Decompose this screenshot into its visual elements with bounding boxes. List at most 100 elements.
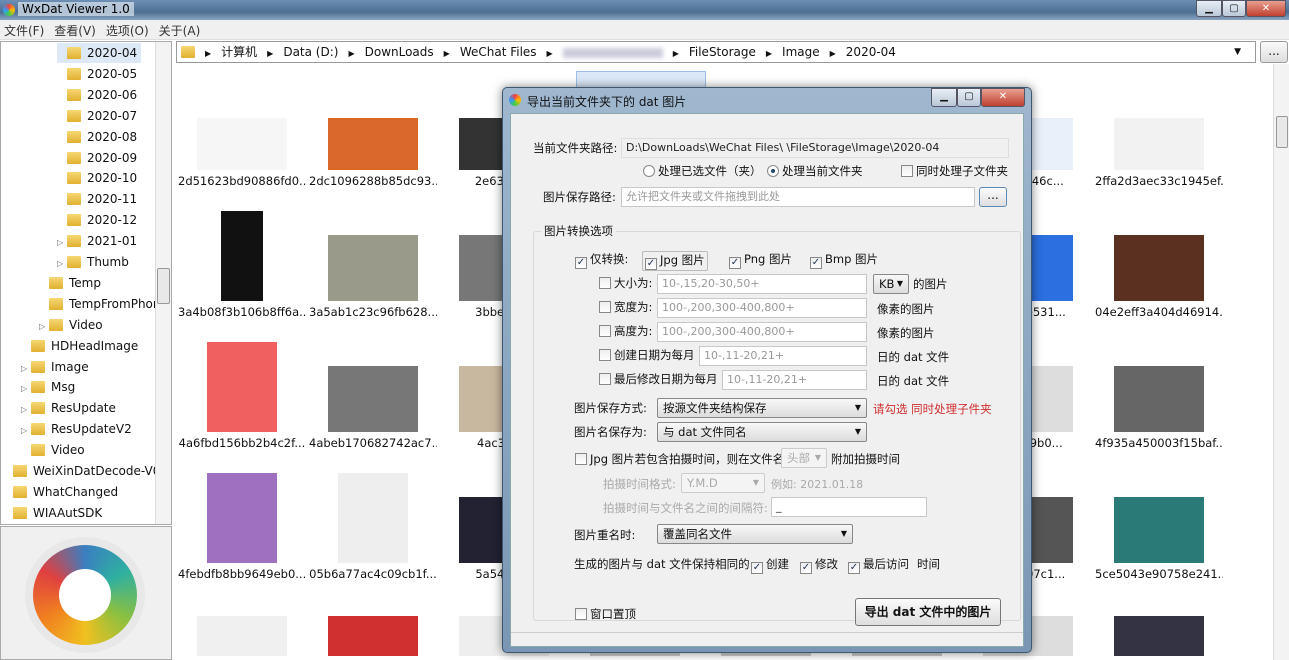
created-date-checkbox[interactable]: 创建日期为每月 — [599, 347, 695, 363]
folder-tree[interactable]: 2020-04 2020-05 2020-06 2020-07 2020-08 2020-… — [0, 41, 172, 525]
size-unit-select[interactable]: KB ▼ — [873, 274, 909, 294]
tree-item[interactable]: ▷ ResUpdate — [21, 398, 116, 418]
only-convert-checkbox[interactable]: ✓ 仅转换: — [575, 251, 628, 269]
created-date-input[interactable]: 10-,11-20,21+ — [699, 346, 867, 366]
tree-item[interactable]: 2020-12 — [57, 210, 137, 230]
breadcrumb-arrow-icon[interactable]: ▶ — [348, 49, 354, 58]
menu-about[interactable]: 关于(A) — [155, 20, 207, 39]
size-input[interactable]: 10-,15,20-30,50+ — [657, 274, 867, 294]
file-item[interactable]: 4abeb170682742ac7... — [309, 334, 437, 464]
address-more-button[interactable]: ... — [1260, 41, 1288, 63]
close-button[interactable]: ✕ — [1246, 0, 1286, 17]
save-path-input[interactable]: 允许把文件夹或文件拖拽到此处 — [621, 187, 975, 207]
tree-item[interactable]: ▷ 2021-01 — [57, 231, 137, 251]
file-item[interactable] — [178, 596, 306, 656]
jpg-checkbox[interactable]: ✓ Jpg 图片 — [642, 251, 708, 271]
tree-item[interactable]: WIAAutSDK — [3, 503, 102, 523]
tree-item[interactable]: 2020-07 — [57, 106, 137, 126]
breadcrumb-segment-redacted[interactable] — [562, 47, 663, 58]
tree-item[interactable]: WeiXinDatDecode-V0.0.3 — [3, 461, 171, 481]
jpg-time-checkbox[interactable]: Jpg 图片若包含拍摄时间，则在文件名 — [575, 451, 784, 467]
png-checkbox[interactable]: ✓ Png 图片 — [729, 251, 792, 269]
dialog-maximize-button[interactable]: ▢ — [957, 88, 981, 107]
breadcrumb-segment[interactable]: 2020-04 — [846, 45, 896, 59]
bmp-checkbox[interactable]: ✓ Bmp 图片 — [810, 251, 878, 269]
address-dropdown-icon[interactable]: ▼ — [1234, 42, 1241, 62]
expand-arrow-icon[interactable]: ▷ — [21, 400, 31, 420]
menu-options[interactable]: 选项(O) — [102, 20, 155, 39]
height-input[interactable]: 100-,200,300-400,800+ — [657, 322, 867, 342]
tree-item[interactable]: 2020-06 — [57, 85, 137, 105]
file-item[interactable]: 2dc1096288b85dc93... — [309, 72, 437, 202]
file-item[interactable]: 4f935a450003f15baf... — [1095, 334, 1223, 464]
grid-scrollbar[interactable] — [1273, 64, 1289, 660]
tree-item[interactable]: 2020-05 — [57, 64, 137, 84]
file-item[interactable]: 3a5ab1c23c96fb628... — [309, 203, 437, 333]
browse-button[interactable]: ... — [979, 187, 1007, 207]
tree-item[interactable]: 2020-08 — [57, 127, 137, 147]
file-item[interactable]: 5ce5043e90758e241... — [1095, 465, 1223, 595]
dialog-minimize-button[interactable]: ▁ — [931, 88, 957, 107]
tree-item[interactable]: TempFromPhone — [39, 294, 168, 314]
file-item[interactable]: 4a6fbd156bb2b4c2f... — [178, 334, 306, 464]
tree-scrollbar[interactable] — [155, 42, 171, 524]
export-button[interactable]: 导出 dat 文件中的图片 — [855, 598, 1001, 626]
expand-arrow-icon[interactable]: ▷ — [21, 379, 31, 399]
tree-item[interactable]: Video — [21, 440, 85, 460]
breadcrumb-segment[interactable]: Image — [782, 45, 820, 59]
name-select[interactable]: 与 dat 文件同名 ▼ — [657, 422, 867, 442]
tree-item[interactable]: ▷ Thumb — [57, 252, 129, 272]
radio-current-folder[interactable]: 处理当前文件夹 — [767, 163, 863, 179]
breadcrumb-arrow-icon[interactable]: ▶ — [267, 49, 273, 58]
breadcrumb-segment[interactable]: Data (D:) — [283, 45, 338, 59]
file-item[interactable]: 2d51623bd90886fd0... — [178, 72, 306, 202]
file-item[interactable]: 4febdfb8bb9649eb0... — [178, 465, 306, 595]
breadcrumb-arrow-icon[interactable]: ▶ — [766, 49, 772, 58]
expand-arrow-icon[interactable]: ▷ — [39, 317, 49, 337]
file-item[interactable] — [1095, 596, 1223, 656]
breadcrumb-arrow-icon[interactable]: ▶ — [673, 49, 679, 58]
jpg-time-position-select[interactable]: 头部 ▼ — [781, 448, 827, 468]
breadcrumb-arrow-icon[interactable]: ▶ — [444, 49, 450, 58]
expand-arrow-icon[interactable]: ▷ — [57, 254, 67, 274]
breadcrumb-arrow-icon[interactable]: ▶ — [205, 49, 211, 58]
tree-item[interactable]: ▷ ResUpdateV2 — [21, 419, 132, 439]
expand-arrow-icon[interactable]: ▷ — [21, 359, 31, 379]
tree-item[interactable]: HDHeadImage — [21, 336, 138, 356]
tree-item[interactable]: 2020-10 — [57, 168, 137, 188]
keep-modified-checkbox[interactable]: ✓ 修改 — [800, 556, 838, 574]
tree-item[interactable]: 2020-04 — [57, 43, 142, 63]
save-mode-select[interactable]: 按源文件夹结构保存 ▼ — [657, 398, 867, 418]
file-item[interactable]: 2ffa2d3aec33c1945ef... — [1095, 72, 1223, 202]
height-checkbox[interactable]: 高度为: — [599, 323, 652, 339]
file-item[interactable]: 3a4b08f3b106b8ff6a... — [178, 203, 306, 333]
breadcrumb-segment[interactable]: 计算机 — [221, 45, 257, 59]
keep-created-checkbox[interactable]: ✓ 创建 — [751, 556, 789, 574]
breadcrumb-arrow-icon[interactable]: ▶ — [547, 49, 553, 58]
expand-arrow-icon[interactable]: ▷ — [57, 233, 67, 253]
tree-item[interactable]: ▷ Video — [39, 315, 103, 335]
maximize-button[interactable]: ▢ — [1222, 0, 1246, 17]
tree-item[interactable]: ▷ Msg — [21, 377, 75, 397]
tree-item[interactable]: ▷ Image — [21, 357, 89, 377]
file-item[interactable] — [309, 596, 437, 656]
tree-item[interactable]: 2020-09 — [57, 148, 137, 168]
topmost-checkbox[interactable]: 窗口置顶 — [575, 606, 636, 622]
include-subfolders-checkbox[interactable]: 同时处理子文件夹 — [901, 163, 1008, 179]
dialog-close-button[interactable]: ✕ — [981, 88, 1025, 107]
expand-arrow-icon[interactable]: ▷ — [21, 421, 31, 441]
keep-accessed-checkbox[interactable]: ✓ 最后访问 — [848, 556, 909, 574]
width-input[interactable]: 100-,200,300-400,800+ — [657, 298, 867, 318]
width-checkbox[interactable]: 宽度为: — [599, 299, 652, 315]
radio-selected-files[interactable]: 处理已选文件（夹） — [643, 163, 762, 179]
separator-input[interactable]: _ — [771, 497, 927, 517]
breadcrumb-segment[interactable]: WeChat Files — [460, 45, 537, 59]
breadcrumb-segment[interactable]: DownLoads — [365, 45, 434, 59]
minimize-button[interactable]: ▁ — [1196, 0, 1222, 17]
breadcrumb-segment[interactable]: FileStorage — [689, 45, 756, 59]
address-bar[interactable]: ▶ 计算机 ▶ Data (D:) ▶ DownLoads ▶ WeChat Files ▶ ▶ F… — [176, 41, 1256, 63]
rename-select[interactable]: 覆盖同名文件 ▼ — [657, 524, 853, 544]
menu-file[interactable]: 文件(F) — [0, 20, 50, 39]
tree-item[interactable]: WhatChanged — [3, 482, 118, 502]
breadcrumb-arrow-icon[interactable]: ▶ — [830, 49, 836, 58]
